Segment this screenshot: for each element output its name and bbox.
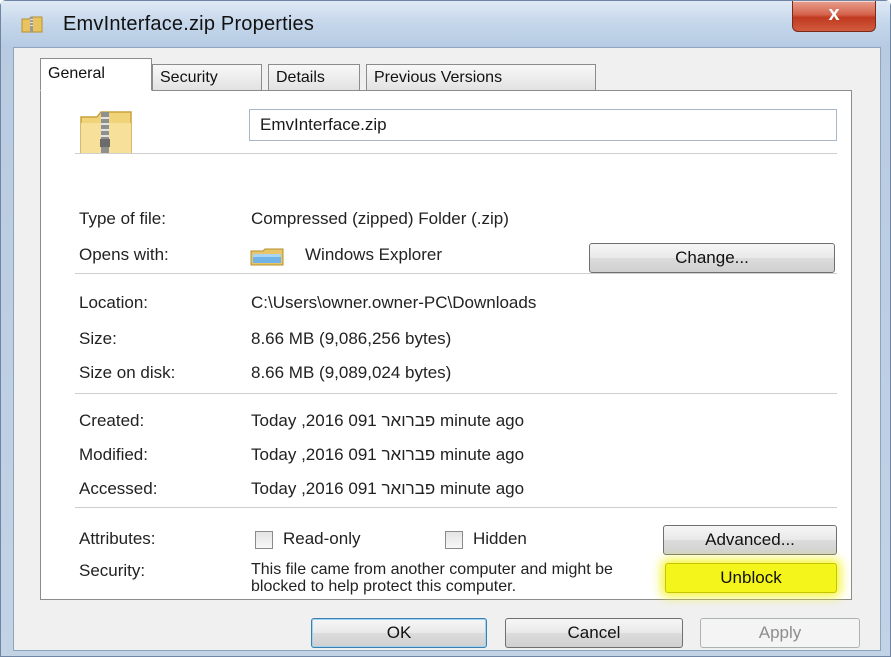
tab-general[interactable]: General: [40, 58, 152, 91]
accessed-label: Accessed:: [79, 479, 158, 498]
opens-with-label: Opens with:: [79, 245, 169, 264]
advanced-button[interactable]: Advanced...: [663, 525, 837, 555]
close-button[interactable]: x: [792, 1, 876, 32]
type-of-file-value: Compressed (zipped) Folder (.zip): [251, 209, 509, 228]
file-name-field[interactable]: EmvInterface.zip: [249, 109, 837, 141]
tab-details[interactable]: Details: [268, 64, 360, 90]
created-value: Today ,2016 פברואר 091 minute ago: [251, 411, 525, 430]
security-message: This file came from another computer and…: [251, 561, 613, 595]
size-value: 8.66 MB (9,086,256 bytes): [251, 329, 452, 348]
ok-button[interactable]: OK: [311, 618, 487, 648]
separator: [75, 393, 837, 394]
separator: [75, 153, 837, 154]
zip-folder-icon: [80, 111, 132, 154]
unblock-button[interactable]: Unblock: [665, 563, 837, 593]
location-value: C:\Users\owner.owner-PC\Downloads: [251, 293, 537, 312]
opens-with-value: Windows Explorer: [305, 245, 442, 264]
dialog-body: General Security Details Previous Versio…: [13, 47, 881, 651]
tab-security[interactable]: Security: [152, 64, 262, 90]
size-on-disk-value: 8.66 MB (9,089,024 bytes): [251, 363, 452, 382]
location-label: Location:: [79, 293, 148, 312]
read-only-label: Read-only: [283, 529, 361, 548]
hidden-label: Hidden: [473, 529, 527, 548]
created-label: Created:: [79, 411, 145, 430]
modified-value: Today ,2016 פברואר 091 minute ago: [251, 445, 525, 464]
read-only-checkbox[interactable]: [255, 531, 273, 549]
modified-label: Modified:: [79, 445, 148, 464]
general-panel: EmvInterface.zip Type of file: Compresse…: [40, 90, 852, 600]
title-bar[interactable]: EmvInterface.zip Properties x: [1, 1, 890, 47]
change-button[interactable]: Change...: [589, 243, 835, 273]
accessed-value: Today ,2016 פברואר 091 minute ago: [251, 479, 525, 498]
cancel-button[interactable]: Cancel: [505, 618, 683, 648]
separator: [75, 273, 837, 274]
separator: [75, 507, 837, 508]
zip-folder-icon: [21, 16, 43, 33]
window-title: EmvInterface.zip Properties: [63, 13, 315, 35]
size-on-disk-label: Size on disk:: [79, 363, 176, 382]
attributes-label: Attributes:: [79, 529, 156, 548]
tab-previous-versions[interactable]: Previous Versions: [366, 64, 596, 90]
size-label: Size:: [79, 329, 117, 348]
windows-explorer-icon: [250, 248, 284, 266]
properties-dialog: EmvInterface.zip Properties x General Se…: [0, 0, 891, 657]
security-label: Security:: [79, 561, 146, 580]
hidden-checkbox[interactable]: [445, 531, 463, 549]
type-of-file-label: Type of file:: [79, 209, 166, 228]
apply-button[interactable]: Apply: [700, 618, 860, 648]
